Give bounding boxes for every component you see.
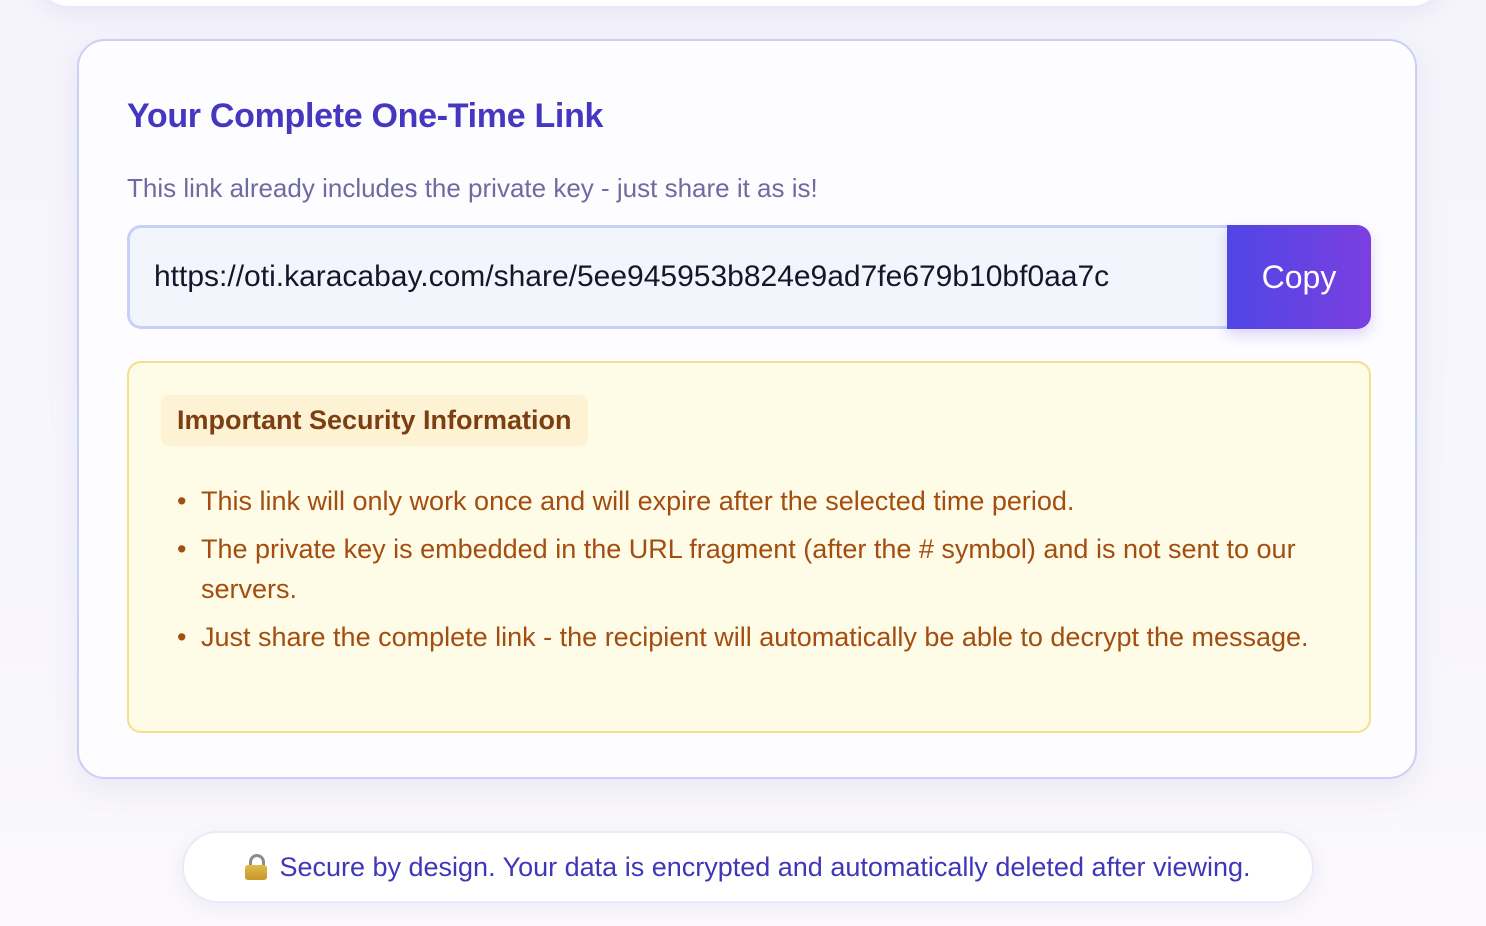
list-item: • Just share the complete link - the rec… xyxy=(177,617,1341,657)
lock-icon xyxy=(245,854,268,880)
copy-button[interactable]: Copy xyxy=(1227,225,1371,329)
card-title: Your Complete One-Time Link xyxy=(127,97,604,135)
list-item-text: Just share the complete link - the recip… xyxy=(201,622,1309,652)
bullet-icon: • xyxy=(177,622,187,652)
bullet-icon: • xyxy=(177,534,187,564)
list-item-text: This link will only work once and will e… xyxy=(201,486,1075,516)
share-link-input[interactable] xyxy=(127,225,1227,329)
security-footer: Secure by design. Your data is encrypted… xyxy=(182,831,1314,903)
previous-card-edge xyxy=(40,0,1440,6)
bullet-icon: • xyxy=(177,486,187,516)
list-item: • This link will only work once and will… xyxy=(177,481,1341,521)
security-list: • This link will only work once and will… xyxy=(177,481,1341,665)
link-row: Copy xyxy=(127,225,1371,329)
list-item-text: The private key is embedded in the URL f… xyxy=(201,534,1296,604)
card-subtitle: This link already includes the private k… xyxy=(127,173,818,203)
security-info-box: Important Security Information • This li… xyxy=(127,361,1371,733)
one-time-link-card: Your Complete One-Time Link This link al… xyxy=(77,39,1417,779)
list-item: • The private key is embedded in the URL… xyxy=(177,529,1341,609)
footer-text: Secure by design. Your data is encrypted… xyxy=(279,851,1251,882)
security-heading: Important Security Information xyxy=(161,395,588,446)
